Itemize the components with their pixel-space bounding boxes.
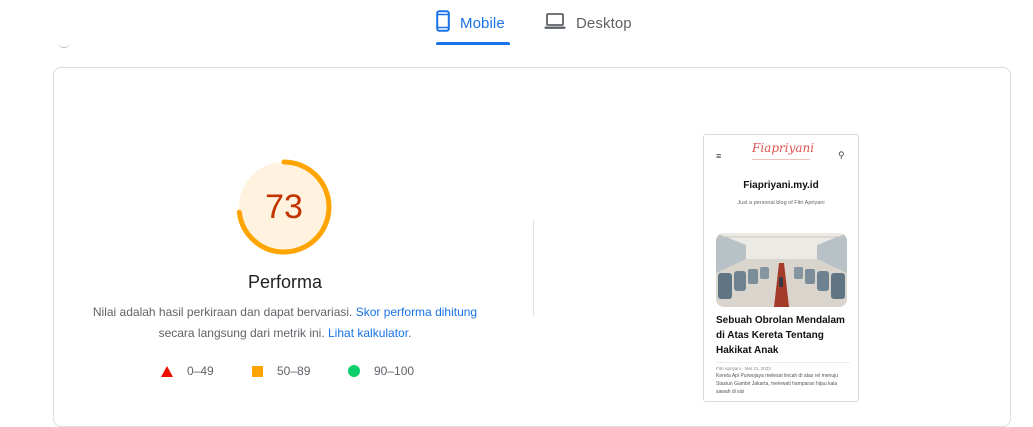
device-tabs: Mobile Desktop: [0, 0, 1033, 46]
triangle-icon: [161, 365, 173, 377]
site-tagline: Just a personal blog of Fitri Apriyani: [737, 200, 825, 206]
score-calculation-link[interactable]: Skor performa dihitung: [356, 305, 477, 319]
score-title: Performa: [247, 272, 323, 292]
site-logo: Fiapriyani: [752, 141, 815, 155]
decorative-arc: [58, 43, 70, 48]
score-description: Nilai adalah hasil perkiraan dan dapat b…: [80, 302, 490, 344]
menu-icon: ≡: [716, 151, 722, 161]
post-title: Sebuah Obrolan Mendalam di Atas Kereta T…: [716, 315, 845, 356]
legend-average-label: 50–89: [277, 364, 311, 378]
active-tab-indicator: [436, 42, 510, 45]
legend-average: 50–89: [252, 363, 310, 379]
circle-icon: [348, 365, 360, 377]
post-excerpt: Kereta Api Purwojaya melesat lincah di a…: [716, 373, 839, 395]
legend-pass: 90–100: [348, 363, 414, 379]
desc-text-1: Nilai adalah hasil perkiraan dan dapat b…: [92, 305, 356, 319]
smartphone-icon: [436, 9, 450, 37]
legend-pass-label: 90–100: [374, 364, 415, 378]
desc-text-3: .: [408, 326, 412, 340]
desc-text-2: secara langsung dari metrik ini.: [158, 326, 328, 340]
final-screenshot: ≡ Fiapriyani ⚲ Fiapriyani.my.id Just a p…: [703, 134, 859, 402]
tab-desktop-label: Desktop: [576, 14, 632, 32]
search-icon: ⚲: [838, 150, 845, 160]
logo-underline: [752, 159, 810, 160]
square-icon: [252, 365, 263, 377]
section-divider: [533, 220, 534, 316]
laptop-icon: [544, 12, 566, 35]
score-value: 73: [265, 188, 303, 226]
tab-desktop[interactable]: Desktop: [544, 0, 639, 46]
tab-mobile[interactable]: Mobile: [436, 0, 510, 46]
calculator-link[interactable]: Lihat kalkulator: [328, 326, 408, 340]
post-image: [716, 233, 847, 307]
site-name: Fiapriyani.my.id: [743, 180, 819, 191]
post-meta: Fitri Apriyani · Mei 21, 2023: [716, 362, 850, 371]
legend-fail-label: 0–49: [187, 364, 214, 378]
tab-mobile-label: Mobile: [460, 14, 505, 32]
legend-fail: 0–49: [161, 363, 214, 379]
